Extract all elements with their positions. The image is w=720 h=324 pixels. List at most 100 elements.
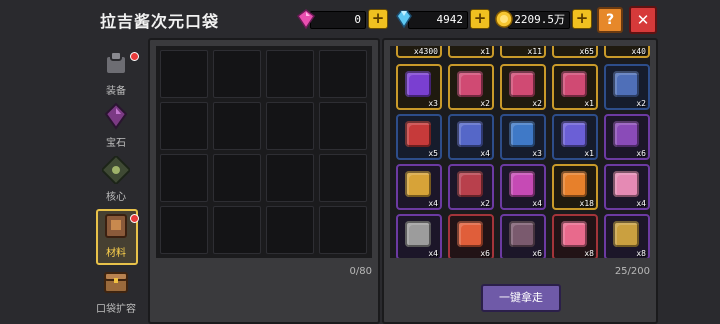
item-slot[interactable]: x18: [552, 164, 598, 210]
sidebar-item-label: 核心: [106, 192, 126, 203]
sidebar-item-equipment[interactable]: 装备: [92, 50, 140, 100]
item-slot[interactable]: x4: [396, 164, 442, 210]
armor-icon: [105, 51, 127, 75]
empty-slot[interactable]: [160, 206, 208, 254]
sidebar-item-label: 材料: [106, 248, 126, 259]
pocket-panel: 0/80: [148, 38, 380, 324]
item-slot[interactable]: x4300: [396, 46, 442, 58]
empty-slot[interactable]: [319, 50, 367, 98]
empty-slot[interactable]: [266, 206, 314, 254]
item-slot[interactable]: x6: [604, 114, 650, 160]
item-slot[interactable]: x65: [552, 46, 598, 58]
item-slot[interactable]: x40: [604, 46, 650, 58]
pink-gem-currency: 0 +: [296, 9, 388, 29]
item-quantity: x40: [631, 47, 646, 56]
sidebar-item-core[interactable]: 核心: [92, 156, 140, 206]
add-diamond-button[interactable]: +: [470, 9, 490, 29]
item-slot[interactable]: x6: [448, 214, 494, 258]
gold-coin-icon: [495, 10, 513, 28]
item-slot[interactable]: x3: [500, 114, 546, 160]
empty-slot[interactable]: [213, 102, 261, 150]
diamond-value: 4942: [436, 13, 464, 26]
gold-currency: 2209.5万 +: [494, 9, 592, 29]
sidebar-item-expand[interactable]: 口袋扩容: [92, 268, 140, 318]
material-book-icon: [105, 214, 127, 238]
gear-gray-icon: [405, 221, 431, 247]
empty-slot[interactable]: [160, 50, 208, 98]
item-slot[interactable]: x6: [500, 214, 546, 258]
item-slot[interactable]: x4: [448, 114, 494, 160]
empty-slot[interactable]: [266, 102, 314, 150]
skull-gold-icon: [613, 221, 639, 247]
collect-all-button[interactable]: 一键拿走: [481, 284, 561, 312]
item-slot[interactable]: x2: [448, 164, 494, 210]
empty-slot[interactable]: [319, 206, 367, 254]
crystal-pink-icon: [613, 171, 639, 197]
empty-slot[interactable]: [213, 50, 261, 98]
item-quantity: x4: [636, 199, 646, 208]
item-quantity: x4300: [413, 47, 438, 56]
item-slot[interactable]: x2: [500, 64, 546, 110]
item-slot[interactable]: x4: [500, 164, 546, 210]
page-title: 拉吉酱次元口袋: [100, 12, 220, 31]
item-slot[interactable]: x4: [396, 214, 442, 258]
equipment-notify-dot: [130, 52, 139, 61]
add-gold-button[interactable]: +: [572, 9, 592, 29]
empty-slot[interactable]: [213, 154, 261, 202]
core-icon: [102, 156, 130, 184]
ore-red-icon: [457, 221, 483, 247]
empty-slot[interactable]: [319, 154, 367, 202]
add-pink-gem-button[interactable]: +: [368, 9, 388, 29]
item-slot[interactable]: x11: [500, 46, 546, 58]
blade-red-icon: [405, 121, 431, 147]
item-slot[interactable]: x2: [604, 64, 650, 110]
diamond-currency: 4942 +: [394, 9, 490, 29]
item-quantity: x11: [527, 47, 542, 56]
gold-value: 2209.5万: [514, 13, 565, 26]
item-slot[interactable]: x4: [604, 164, 650, 210]
item-quantity: x5: [428, 149, 438, 158]
pocket-grid: [156, 46, 372, 258]
heart-purple-icon: [509, 171, 535, 197]
orb-orange-icon: [561, 171, 587, 197]
item-quantity: x4: [428, 249, 438, 258]
materials-grid: x4300 x1 x11 x65 x40 x3 x2 x2 x1 x2 x5 x4 x3 x1 x6 x4 x2…: [390, 46, 650, 258]
item-slot[interactable]: x2: [448, 64, 494, 110]
close-button[interactable]: ✕: [629, 6, 657, 34]
sidebar: 装备 宝石 核心 材料 口袋扩容: [92, 44, 142, 324]
horned-helm-icon: [405, 71, 431, 97]
item-quantity: x3: [532, 149, 542, 158]
item-quantity: x2: [532, 99, 542, 108]
item-slot[interactable]: x5: [396, 114, 442, 160]
item-quantity: x2: [480, 199, 490, 208]
sidebar-item-materials[interactable]: 材料: [92, 209, 140, 265]
claw-dark-icon: [509, 221, 535, 247]
item-slot[interactable]: x8: [604, 214, 650, 258]
sidebar-item-gems[interactable]: 宝石: [92, 102, 140, 152]
empty-slot[interactable]: [266, 154, 314, 202]
empty-slot[interactable]: [160, 102, 208, 150]
crystal-sword-icon: [561, 221, 587, 247]
gem-crystal-icon: [104, 102, 128, 130]
item-slot[interactable]: x1: [448, 46, 494, 58]
pocket-capacity: 0/80: [349, 266, 372, 277]
item-slot[interactable]: x1: [552, 64, 598, 110]
item-quantity: x8: [584, 249, 594, 258]
tablet-gold-icon: [405, 171, 431, 197]
chest-pink-dark-icon: [561, 71, 587, 97]
empty-slot[interactable]: [266, 50, 314, 98]
item-quantity: x6: [636, 149, 646, 158]
mask-purple-icon: [613, 121, 639, 147]
item-quantity: x6: [532, 249, 542, 258]
pink-gem-icon: [296, 9, 316, 29]
empty-slot[interactable]: [319, 102, 367, 150]
item-slot[interactable]: x3: [396, 64, 442, 110]
pink-gem-value: 0: [354, 13, 361, 26]
empty-slot[interactable]: [160, 154, 208, 202]
item-slot[interactable]: x8: [552, 214, 598, 258]
item-slot[interactable]: x1: [552, 114, 598, 160]
help-button[interactable]: ?: [597, 7, 623, 33]
chest-expand-icon: [104, 272, 128, 293]
empty-slot[interactable]: [213, 206, 261, 254]
materials-capacity: 25/200: [614, 266, 650, 277]
